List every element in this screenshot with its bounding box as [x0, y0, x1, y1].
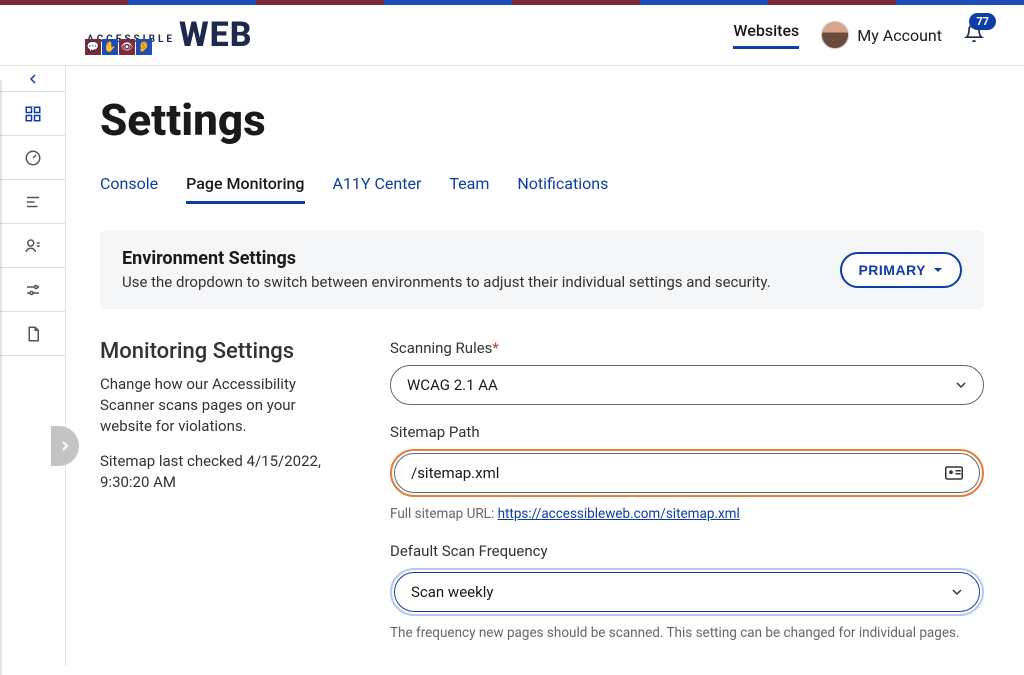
tab-team[interactable]: Team	[449, 174, 489, 204]
notification-badge: 77	[969, 13, 996, 30]
brand-logo[interactable]: ACCESSIBLE 💬 ✋ 👁 👂 WEB	[85, 15, 253, 55]
monitoring-heading: Monitoring Settings	[100, 339, 350, 364]
field-sitemap-path: Sitemap Path /sitemap.xml Full sitemap U…	[390, 423, 984, 524]
sidebar-item-document[interactable]	[0, 312, 65, 356]
environment-panel: Environment Settings Use the dropdown to…	[100, 230, 984, 309]
sitemap-url-link[interactable]: https://accessibleweb.com/sitemap.xml	[498, 506, 740, 522]
frequency-select[interactable]: Scan weekly	[394, 572, 980, 612]
sidebar	[0, 66, 66, 666]
caret-down-icon	[932, 264, 944, 276]
tab-page-monitoring[interactable]: Page Monitoring	[186, 174, 304, 204]
monitoring-intro: Monitoring Settings Change how our Acces…	[100, 339, 350, 661]
document-icon	[24, 325, 42, 343]
chevron-down-icon	[951, 586, 963, 598]
nav-account[interactable]: My Account	[821, 21, 942, 49]
sitemap-input[interactable]: /sitemap.xml	[394, 453, 980, 493]
tab-notifications[interactable]: Notifications	[517, 174, 608, 204]
header-nav: Websites My Account 77	[733, 21, 984, 49]
frequency-helper: The frequency new pages should be scanne…	[390, 624, 984, 643]
chevron-down-icon	[955, 379, 967, 391]
environment-dropdown-button[interactable]: PRIMARY	[840, 252, 962, 288]
gauge-icon	[24, 149, 42, 167]
grid-icon	[24, 105, 42, 123]
scanning-rules-label: Scanning Rules*	[390, 339, 984, 357]
environment-description: Use the dropdown to switch between envir…	[122, 273, 771, 291]
list-icon	[24, 193, 42, 211]
frequency-value: Scan weekly	[411, 583, 493, 601]
page-title: Settings	[100, 94, 984, 146]
sidebar-item-settings[interactable]	[0, 268, 65, 312]
sliders-icon	[24, 281, 42, 299]
sitemap-label: Sitemap Path	[390, 423, 984, 441]
tab-console[interactable]: Console	[100, 174, 158, 204]
nav-websites[interactable]: Websites	[733, 21, 799, 49]
environment-heading: Environment Settings	[122, 248, 771, 269]
sitemap-helper: Full sitemap URL: https://accessibleweb.…	[390, 505, 984, 524]
header: ACCESSIBLE 💬 ✋ 👁 👂 WEB Websites My Accou…	[0, 5, 1024, 65]
left-edge-shadow	[0, 80, 3, 675]
sidebar-item-gauge[interactable]	[0, 136, 65, 180]
monitoring-form: Scanning Rules* WCAG 2.1 AA Sitemap Path…	[390, 339, 984, 661]
contact-card-icon	[945, 466, 963, 480]
sidebar-item-users[interactable]	[0, 224, 65, 268]
monitoring-description: Change how our Accessibility Scanner sca…	[100, 374, 350, 437]
nav-account-label: My Account	[857, 26, 942, 45]
main-content: Settings Console Page Monitoring A11Y Ce…	[66, 66, 1024, 666]
sidebar-item-dashboard[interactable]	[0, 92, 65, 136]
settings-tabs: Console Page Monitoring A11Y Center Team…	[100, 174, 984, 204]
sidebar-collapse-button[interactable]	[0, 66, 65, 92]
frequency-select-focus-ring: Scan weekly	[390, 568, 984, 616]
tab-a11y-center[interactable]: A11Y Center	[333, 174, 422, 204]
environment-dropdown-label: PRIMARY	[858, 262, 926, 278]
scanning-rules-select[interactable]: WCAG 2.1 AA	[390, 365, 984, 405]
frequency-label: Default Scan Frequency	[390, 542, 984, 560]
required-marker: *	[492, 339, 498, 357]
avatar	[821, 21, 849, 49]
sitemap-input-value: /sitemap.xml	[411, 464, 499, 482]
scanning-rules-value: WCAG 2.1 AA	[407, 376, 498, 394]
brand-big-text: WEB	[179, 15, 253, 55]
sitemap-input-highlight: /sitemap.xml	[390, 449, 984, 497]
monitoring-last-checked: Sitemap last checked 4/15/2022, 9:30:20 …	[100, 451, 350, 493]
field-scanning-rules: Scanning Rules* WCAG 2.1 AA	[390, 339, 984, 405]
sidebar-item-list[interactable]	[0, 180, 65, 224]
user-icon	[24, 237, 42, 255]
top-accent-bar	[0, 0, 1024, 5]
field-scan-frequency: Default Scan Frequency Scan weekly The f…	[390, 542, 984, 643]
nav-notifications[interactable]: 77	[964, 23, 984, 47]
